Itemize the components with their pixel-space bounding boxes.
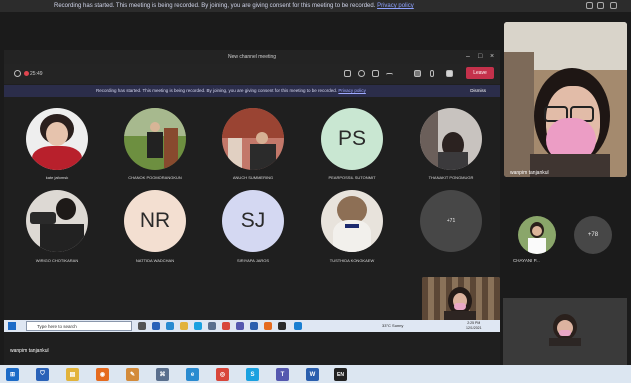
word-icon[interactable] [250,322,258,330]
file-explorer-icon[interactable]: ▤ [66,368,79,381]
clock-date: 12/1/2021 [466,325,482,330]
edge-icon[interactable] [166,322,174,330]
word-icon[interactable]: W [306,368,319,381]
self-name-label: wanpim tanjankul [10,348,49,354]
shield-icon[interactable]: ⛉ [36,368,49,381]
participant-name: WIRIGO CHOTIKARAN [35,258,79,263]
record-icon [24,71,29,76]
self-video-preview[interactable] [422,277,500,322]
terminal-icon[interactable] [278,322,286,330]
camera-icon[interactable] [414,70,421,77]
participant-avatar[interactable] [420,108,482,170]
minimize-icon[interactable] [597,2,604,9]
attendee-name: CHAYANI P... [513,258,540,263]
recording-banner: Recording has started. This meeting is b… [0,0,631,12]
participant-name: PEARPOSSIL SUTONMIT [328,175,376,180]
avatar-initials: PS [337,127,366,150]
recording-notice-bar: Recording has started. This meeting is b… [4,85,500,97]
participant-avatar[interactable] [124,108,186,170]
self-video-tile[interactable] [503,298,627,365]
more-actions-icon[interactable] [386,73,393,80]
participant-avatar[interactable]: SJ [222,190,284,252]
participant-name: kate jafomsk [45,175,69,180]
participant-avatar[interactable] [222,108,284,170]
window-icon[interactable] [586,2,593,9]
mail-icon[interactable] [152,322,160,330]
start-icon[interactable]: ⊞ [6,368,19,381]
chat-icon[interactable] [358,70,365,77]
minimize-icon[interactable]: – [466,52,470,62]
active-speaker-video[interactable] [504,22,627,177]
chrome-icon[interactable] [222,322,230,330]
network-icon[interactable]: ⌘ [156,368,169,381]
reactions-icon[interactable] [372,70,379,77]
firefox-icon[interactable]: ◉ [96,368,109,381]
recording-notice-text: Recording has started. This meeting is b… [96,88,366,93]
participant-avatar[interactable] [321,190,383,252]
participant-name: CHANOK POOMORANGKUN [128,175,182,180]
avatar-initials: NR [139,209,171,232]
chrome-icon[interactable]: ◎ [216,368,229,381]
paint-icon[interactable]: ✎ [126,368,139,381]
language-icon[interactable]: EN [334,368,347,381]
firefox-icon[interactable] [264,322,272,330]
task-view-icon[interactable] [138,322,146,330]
active-speaker-name: wanpim tanjankul [510,170,549,176]
participant-name: TUSTHIDA KONGKAEW [329,258,375,263]
window-title: New channel meeting [4,50,500,64]
folder-icon[interactable] [180,322,188,330]
maximize-icon[interactable]: □ [478,52,482,62]
participant-name: ANUCH SUMMERING [232,175,274,180]
teams-icon[interactable] [236,322,244,330]
weather-widget[interactable]: 33°C Sunny [382,323,403,328]
participant-avatar[interactable] [26,108,88,170]
microphone-icon[interactable] [430,70,434,77]
participant-name: SIRIYAPA JAROS [236,258,270,263]
meeting-toolbar [4,64,500,84]
more-attendees-button[interactable]: +78 [574,216,612,254]
skype-icon[interactable]: S [246,368,259,381]
avatar-initials: SJ [240,209,266,232]
meeting-timer: 25:49 [30,71,43,77]
system-clock[interactable]: 2:25 PM 12/1/2021 [466,321,482,330]
participant-avatar[interactable]: NR [124,190,186,252]
privacy-policy-link[interactable]: Privacy policy [377,3,414,9]
close-icon[interactable]: × [490,52,494,62]
attendee-avatar[interactable] [518,216,556,254]
start-icon[interactable] [8,322,16,330]
search-input[interactable]: Type here to search [26,321,132,331]
leave-button[interactable]: Leave [466,67,494,79]
privacy-policy-link[interactable]: Privacy policy [338,88,366,93]
edge-icon[interactable]: e [186,368,199,381]
participant-avatar[interactable] [26,190,88,252]
participants-icon[interactable] [344,70,351,77]
participant-avatar[interactable]: PS [321,108,383,170]
clock-time: 2:25 PM [467,321,481,325]
participant-name: NATTIDA WADCHAN [135,258,175,263]
recording-banner-text: Recording has started. This meeting is b… [54,3,414,9]
share-icon[interactable] [446,70,453,77]
more-participants-button[interactable]: +71 [420,190,482,252]
participant-name: THANAKIT PONGMUGR [428,175,474,180]
settings-icon[interactable] [208,322,216,330]
photos-icon[interactable] [294,322,302,330]
close-icon[interactable] [610,2,617,9]
shield-icon[interactable] [14,70,21,77]
store-icon[interactable] [194,322,202,330]
more-attendees-label: +78 [587,232,599,238]
more-participants-label: +71 [446,218,456,224]
dismiss-button[interactable]: Dismiss [470,85,486,97]
teams-icon[interactable]: T [276,368,289,381]
